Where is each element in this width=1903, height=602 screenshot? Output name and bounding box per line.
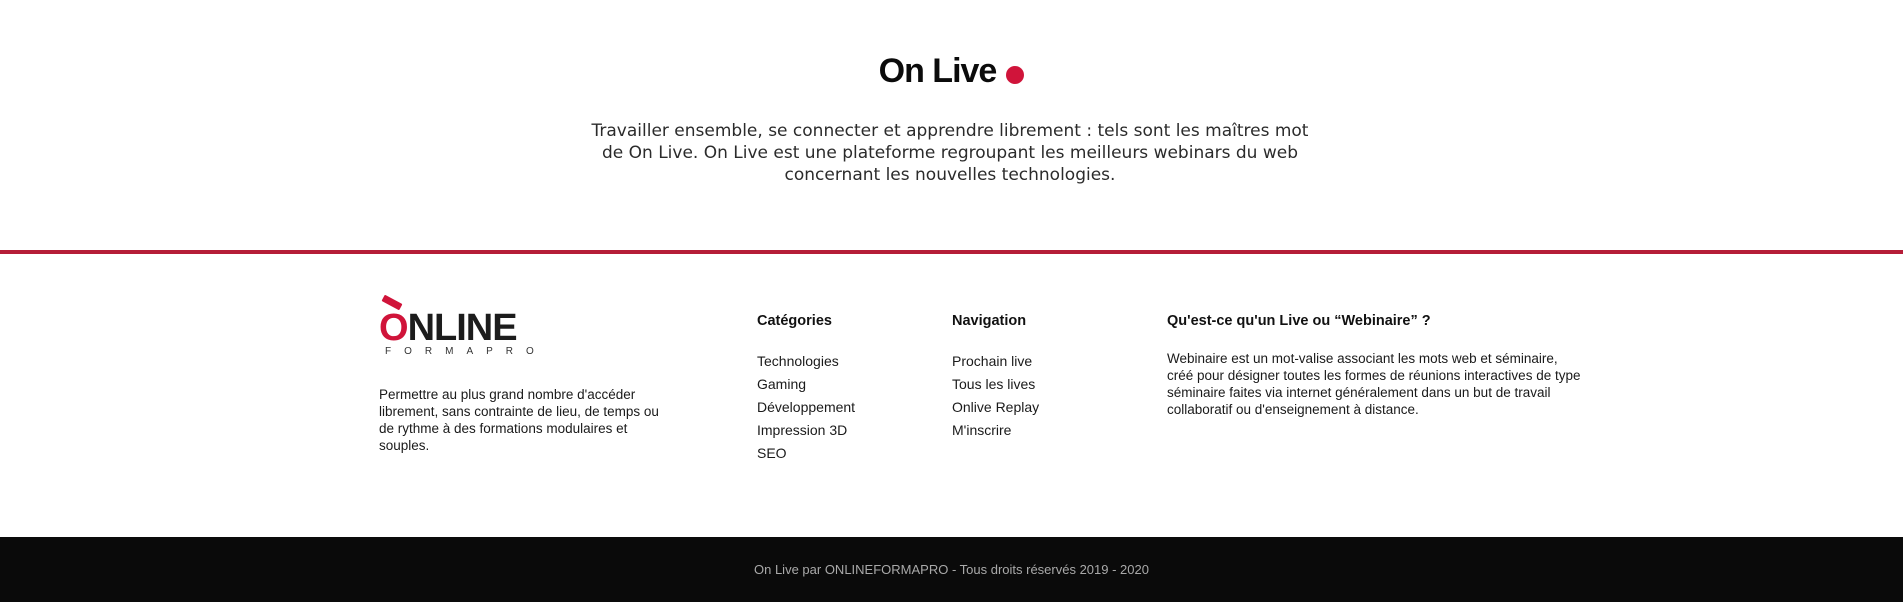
copyright-bar: On Live par ONLINEFORMAPRO - Tous droits… xyxy=(0,537,1903,602)
categories-list: Technologies Gaming Développement Impres… xyxy=(757,350,855,465)
nav-link-prochain-live[interactable]: Prochain live xyxy=(952,350,1039,373)
categories-heading: Catégories xyxy=(757,313,832,329)
webinaire-heading: Qu'est-ce qu'un Live ou “Webinaire” ? xyxy=(1167,313,1431,329)
brand-logo[interactable]: O NLINE FORMAPRO xyxy=(379,293,539,357)
hero-description: Travailler ensemble, se connecter et app… xyxy=(591,121,1309,185)
logo-text: NLINE xyxy=(407,307,518,349)
section-divider xyxy=(0,250,1903,254)
navigation-list: Prochain live Tous les lives Onlive Repl… xyxy=(952,350,1039,442)
live-indicator-dot xyxy=(1006,65,1025,84)
category-link-technologies[interactable]: Technologies xyxy=(757,350,855,373)
category-link-developpement[interactable]: Développement xyxy=(757,396,855,419)
nav-link-inscrire[interactable]: M'inscrire xyxy=(952,419,1039,442)
category-link-impression-3d[interactable]: Impression 3D xyxy=(757,419,855,442)
footer-webinaire-info: Qu'est-ce qu'un Live ou “Webinaire” ? We… xyxy=(1167,313,1587,418)
logo-subtitle: FORMAPRO xyxy=(385,346,547,357)
copyright-text: On Live par ONLINEFORMAPRO - Tous droits… xyxy=(754,562,1149,577)
category-link-gaming[interactable]: Gaming xyxy=(757,373,855,396)
logo-letter-o: O xyxy=(379,294,409,350)
nav-link-onlive-replay[interactable]: Onlive Replay xyxy=(952,396,1039,419)
webinaire-description: Webinaire est un mot-valise associant le… xyxy=(1167,351,1581,417)
navigation-heading: Navigation xyxy=(952,313,1027,329)
logo-wordmark: O NLINE xyxy=(379,294,518,350)
footer-about-text: Permettre au plus grand nombre d'accéder… xyxy=(379,387,659,453)
category-link-seo[interactable]: SEO xyxy=(757,442,855,465)
footer-navigation: Navigation Prochain live Tous les lives … xyxy=(952,313,1039,442)
nav-link-tous-les-lives[interactable]: Tous les lives xyxy=(952,373,1039,396)
page-title-text: On Live xyxy=(878,52,998,90)
footer-categories: Catégories Technologies Gaming Développe… xyxy=(757,313,855,465)
hero-section: On Live Travailler ensemble, se connecte… xyxy=(0,0,1903,250)
page-title: On Live xyxy=(0,52,1903,91)
